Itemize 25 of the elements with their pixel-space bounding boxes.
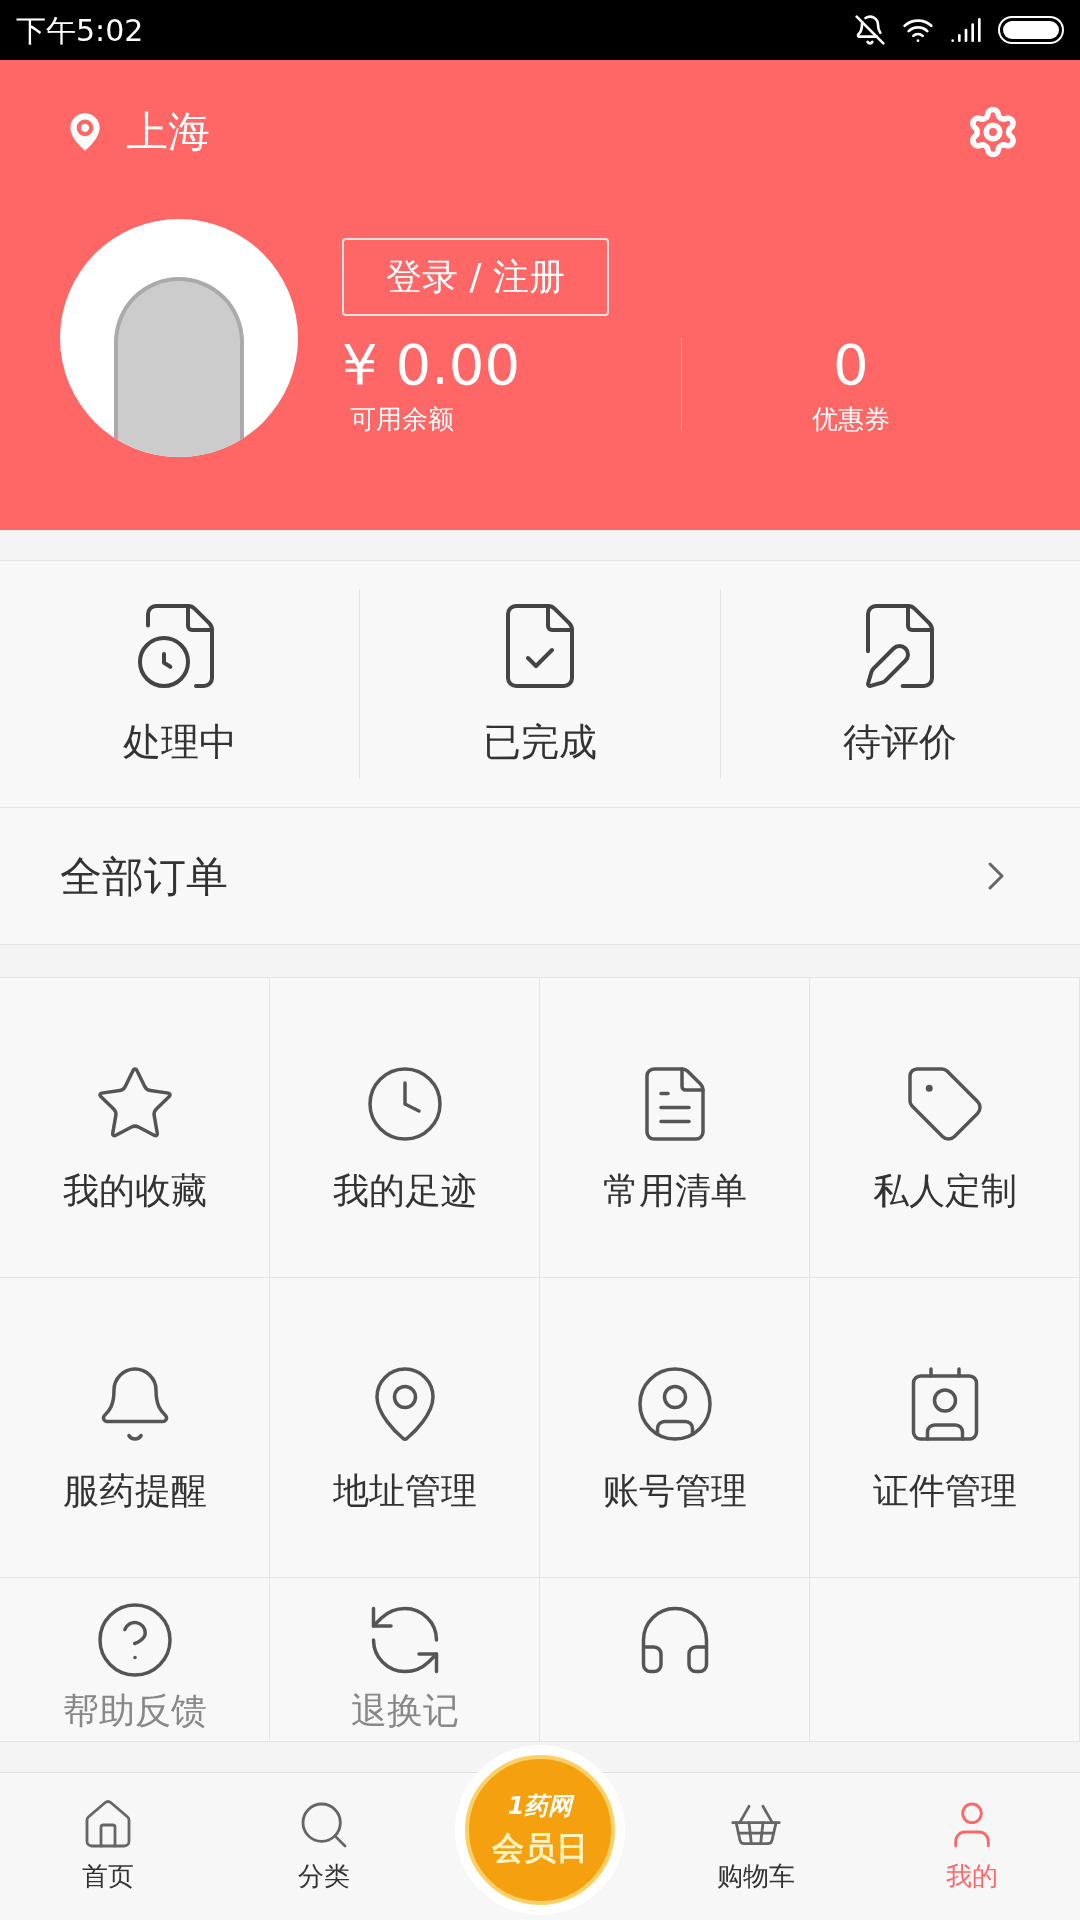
promo-title: 会员日 <box>492 1828 588 1869</box>
order-status-item[interactable]: 待评价 <box>719 589 1080 779</box>
bell-off-icon <box>854 14 886 46</box>
coupon-label: 优惠券 <box>811 402 890 436</box>
tab-item[interactable]: 购物车 <box>648 1773 864 1920</box>
battery-icon <box>998 16 1064 44</box>
menu-grid-item[interactable]: 账号管理 <box>540 1278 810 1578</box>
menu-grid-item[interactable]: 私人定制 <box>810 978 1080 1278</box>
order-status-item[interactable]: 已完成 <box>359 589 720 779</box>
tab-item[interactable]: 分类 <box>216 1773 432 1920</box>
balance-value: ¥ 0.00 <box>342 330 522 399</box>
status-time: 下午5:02 <box>16 11 144 50</box>
promo-brand: 1药网 <box>507 1791 573 1822</box>
balance-label: 可用余额 <box>350 402 455 436</box>
menu-grid-item[interactable]: 我的足迹 <box>270 978 540 1278</box>
menu-grid-item[interactable] <box>540 1578 810 1742</box>
tab-item[interactable]: 首页 <box>0 1773 216 1920</box>
menu-grid-item[interactable]: 我的收藏 <box>0 978 270 1278</box>
coupon-count: 0 <box>832 330 869 399</box>
order-status-item[interactable]: 处理中 <box>0 589 360 779</box>
all-orders-row[interactable]: 全部订单 <box>0 808 1080 945</box>
menu-grid-item[interactable]: 证件管理 <box>810 1278 1080 1578</box>
menu-grid-item[interactable]: 服药提醒 <box>0 1278 270 1578</box>
menu-grid-item[interactable]: 常用清单 <box>540 978 810 1278</box>
menu-grid-item[interactable]: 地址管理 <box>270 1278 540 1578</box>
